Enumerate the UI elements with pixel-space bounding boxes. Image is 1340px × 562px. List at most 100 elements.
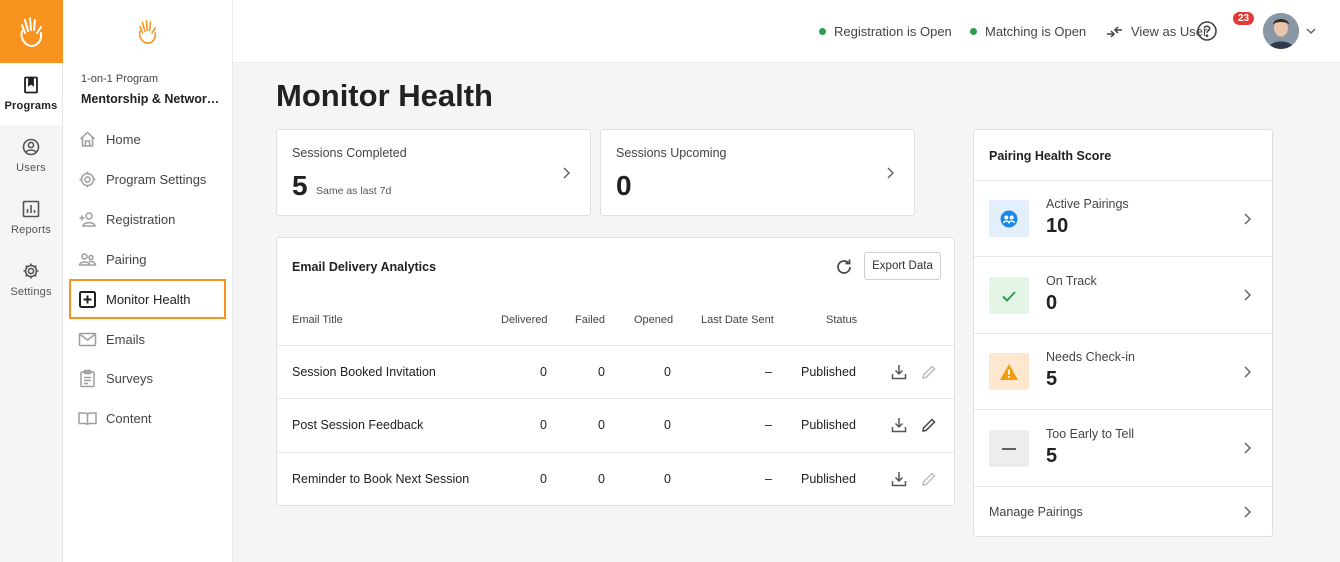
page-title: Monitor Health — [276, 78, 493, 113]
menu-item-registration[interactable]: Registration — [69, 200, 226, 240]
chevron-right-icon — [887, 167, 895, 179]
user-icon — [22, 138, 40, 156]
opened-cell: 0 — [664, 418, 671, 432]
rail-item-label: Reports — [11, 224, 51, 236]
status-dot-icon — [819, 28, 826, 35]
needs-check-in-icon-box — [989, 353, 1029, 390]
pairing-health-card: Pairing Health Score Active Pairings 10 … — [973, 129, 1273, 537]
app-logo[interactable] — [0, 0, 63, 63]
pairing-row-on-track[interactable]: On Track 0 — [974, 256, 1272, 333]
rail-item-label: Users — [16, 162, 46, 174]
rail-item-users[interactable]: Users — [0, 125, 62, 187]
avatar[interactable] — [1263, 13, 1299, 49]
book-icon — [24, 76, 38, 94]
program-menu: Home Program Settings Registration Pairi… — [69, 120, 226, 439]
sessions-upcoming-card[interactable]: Sessions Upcoming 0 — [600, 129, 915, 216]
menu-item-label: Program Settings — [106, 172, 207, 188]
sessions-completed-label: Sessions Completed — [292, 146, 407, 160]
view-as-user-button[interactable]: View as User — [1106, 24, 1207, 39]
email-analytics-title: Email Delivery Analytics — [292, 260, 437, 274]
edit-pencil-icon[interactable] — [920, 470, 938, 488]
pairing-row-too-early[interactable]: Too Early to Tell 5 — [974, 409, 1272, 486]
email-title-cell: Session Booked Invitation — [292, 365, 436, 379]
clipboard-icon — [80, 370, 95, 388]
column-header-last-date-sent[interactable]: Last Date Sent — [701, 314, 774, 326]
export-data-button[interactable]: Export Data — [864, 252, 941, 280]
email-analytics-card: Email Delivery Analytics Export Data Ema… — [276, 237, 955, 506]
too-early-value: 5 — [1046, 445, 1058, 467]
too-early-label: Too Early to Tell — [1046, 427, 1135, 441]
menu-item-monitor-health[interactable]: Monitor Health — [69, 279, 226, 320]
download-icon[interactable] — [890, 363, 908, 381]
rail-item-programs[interactable]: Programs — [0, 63, 62, 125]
chevron-right-icon — [1244, 289, 1252, 301]
add-person-icon — [79, 212, 96, 227]
column-header-failed[interactable]: Failed — [575, 314, 605, 326]
matching-status[interactable]: Matching is Open — [970, 24, 1086, 39]
failed-cell: 0 — [598, 365, 605, 379]
opened-cell: 0 — [664, 365, 671, 379]
people-circle-icon — [1000, 210, 1018, 227]
plus-box-icon — [79, 290, 96, 308]
on-track-label: On Track — [1046, 274, 1097, 288]
column-header-opened[interactable]: Opened — [634, 314, 673, 326]
menu-item-content[interactable]: Content — [69, 399, 226, 439]
app-rail: Programs Users Reports Settings — [0, 0, 63, 562]
menu-item-emails[interactable]: Emails — [69, 319, 226, 359]
download-icon[interactable] — [890, 416, 908, 434]
program-type: 1-on-1 Program — [81, 73, 159, 85]
failed-cell: 0 — [598, 472, 605, 486]
status-dot-icon — [970, 28, 977, 35]
menu-item-label: Emails — [106, 331, 146, 347]
table-row[interactable]: Post Session Feedback 0 0 0 – Published — [277, 398, 955, 451]
column-header-delivered[interactable]: Delivered — [501, 314, 547, 326]
delivered-cell: 0 — [540, 365, 547, 379]
check-icon — [1002, 290, 1016, 302]
pairing-row-needs-check-in[interactable]: Needs Check-in 5 — [974, 333, 1272, 410]
registration-status-label: Registration is Open — [834, 24, 952, 39]
manage-pairings-link[interactable]: Manage Pairings — [974, 486, 1272, 537]
refresh-icon[interactable] — [834, 257, 854, 277]
pairing-health-title: Pairing Health Score — [989, 149, 1112, 163]
program-name: Mentorship & Networking — [81, 92, 221, 106]
rail-item-reports[interactable]: Reports — [0, 187, 62, 249]
chevron-right-icon — [1244, 506, 1252, 518]
email-title-cell: Post Session Feedback — [292, 418, 424, 432]
sessions-upcoming-label: Sessions Upcoming — [616, 146, 727, 160]
column-header-status[interactable]: Status — [826, 314, 857, 326]
sessions-completed-value: 5 — [292, 170, 308, 201]
pairing-row-active[interactable]: Active Pairings 10 — [974, 180, 1272, 257]
menu-item-program-settings[interactable]: Program Settings — [69, 160, 226, 200]
program-sidebar: 1-on-1 Program Mentorship & Networking H… — [63, 0, 233, 562]
hand-logo-icon — [20, 16, 42, 47]
rail-item-settings[interactable]: Settings — [0, 249, 62, 311]
edit-pencil-icon[interactable] — [920, 416, 938, 434]
help-icon[interactable] — [1196, 20, 1218, 42]
active-pairings-label: Active Pairings — [1046, 197, 1129, 211]
chevron-down-icon[interactable] — [1305, 24, 1317, 38]
edit-pencil-icon[interactable] — [920, 363, 938, 381]
dash-icon — [1002, 447, 1016, 450]
menu-item-surveys[interactable]: Surveys — [69, 359, 226, 399]
column-header-email-title[interactable]: Email Title — [292, 314, 343, 326]
last-sent-cell: – — [765, 365, 772, 379]
notification-badge[interactable]: 23 — [1233, 12, 1255, 25]
registration-status[interactable]: Registration is Open — [819, 24, 952, 39]
rail-item-label: Programs — [4, 100, 58, 112]
menu-item-label: Content — [106, 411, 152, 427]
delivered-cell: 0 — [540, 418, 547, 432]
hand-logo-icon — [138, 19, 156, 44]
download-icon[interactable] — [890, 470, 908, 488]
needs-check-in-value: 5 — [1046, 368, 1058, 390]
table-row[interactable]: Session Booked Invitation 0 0 0 – Publis… — [277, 345, 955, 398]
sessions-completed-card[interactable]: Sessions Completed 5 Same as last 7d — [276, 129, 591, 216]
menu-item-pairing[interactable]: Pairing — [69, 239, 226, 279]
matching-status-label: Matching is Open — [985, 24, 1087, 39]
menu-item-label: Surveys — [106, 371, 153, 387]
menu-item-home[interactable]: Home — [69, 120, 226, 160]
menu-item-label: Monitor Health — [106, 291, 191, 307]
status-cell: Published — [801, 365, 856, 379]
menu-item-label: Home — [106, 132, 141, 148]
failed-cell: 0 — [598, 418, 605, 432]
table-row[interactable]: Reminder to Book Next Session 0 0 0 – Pu… — [277, 452, 955, 505]
